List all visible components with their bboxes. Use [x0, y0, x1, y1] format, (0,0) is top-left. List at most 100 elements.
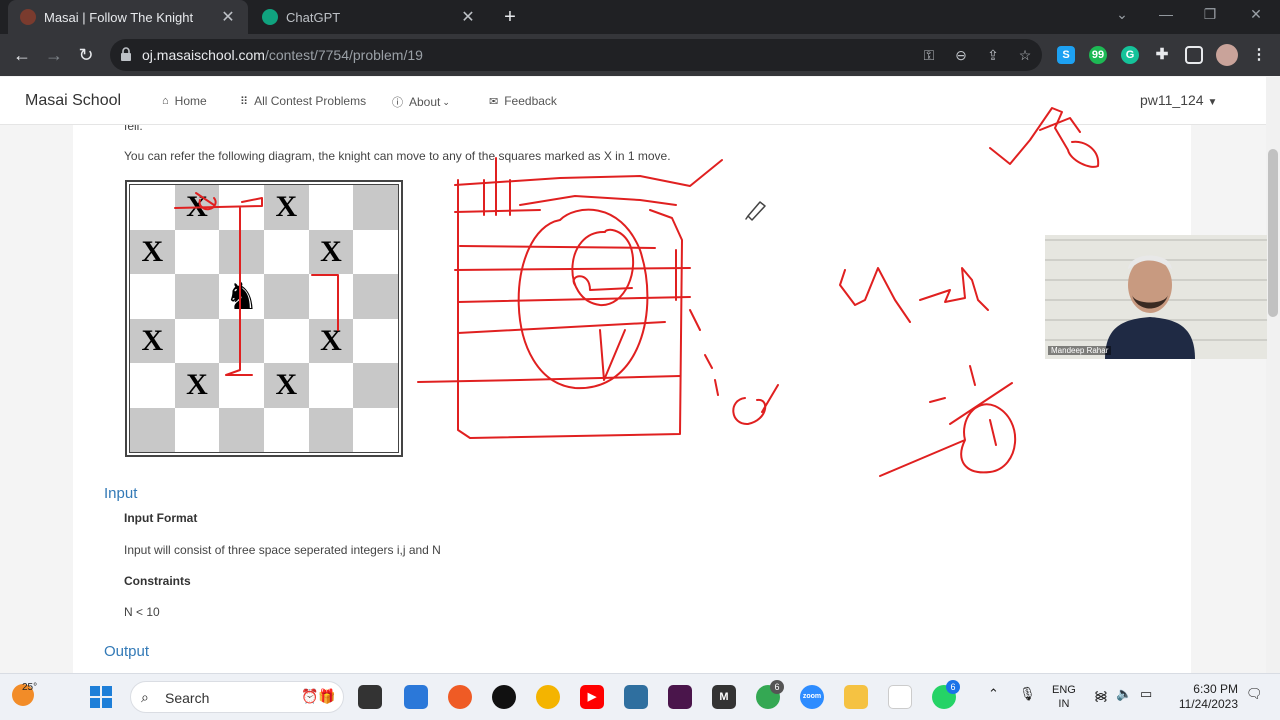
minimize-button[interactable]: —: [1156, 6, 1176, 22]
browser-tab-strip: Masai | Follow The Knight ✕ ChatGPT ✕ + …: [0, 0, 1280, 34]
star-icon[interactable]: ☆: [1016, 46, 1034, 64]
clock-time: 6:30 PM: [1193, 682, 1238, 696]
board-cell: [219, 229, 264, 274]
grid-icon: ⠿: [240, 95, 249, 108]
side-panel-icon[interactable]: [1185, 46, 1203, 64]
nav-label: About: [409, 95, 441, 109]
temperature: 25°: [22, 682, 38, 693]
tab-chatgpt[interactable]: ChatGPT ✕: [250, 0, 488, 34]
info-icon: ⓘ: [392, 97, 403, 109]
whatsapp-badge: 6: [946, 680, 960, 694]
url-path: /contest/7754/problem/19: [264, 47, 423, 63]
mendeley-icon[interactable]: M: [712, 685, 736, 709]
knight-move-diagram: X X X X ♞ X X X X: [125, 180, 403, 457]
cut-off-text: fell.: [124, 125, 143, 133]
lang-line-2: IN: [1058, 698, 1070, 710]
board-cell-x-mark: X: [174, 185, 220, 230]
chatgpt-favicon-icon: [262, 9, 278, 25]
task-view-icon[interactable]: [358, 685, 382, 709]
youtube-icon[interactable]: ▶: [580, 685, 604, 709]
zoom-icon[interactable]: ⊖: [952, 46, 970, 64]
mysql-workbench-icon[interactable]: [624, 685, 648, 709]
nav-home[interactable]: ⌂ Home: [162, 94, 207, 108]
board-cell: [264, 274, 309, 319]
board-cell: [174, 274, 220, 319]
url-host: oj.masaischool.com: [142, 47, 265, 63]
start-windows-icon[interactable]: [90, 686, 112, 708]
presenter-video: [1105, 255, 1195, 359]
canary-browser-icon[interactable]: [536, 685, 560, 709]
lock-icon: [121, 47, 131, 61]
menu-kebab-icon[interactable]: ⋮: [1250, 46, 1268, 64]
windows-taskbar: 25° ⌕ Search ⏰🎁 ▶ M 6 zoom 6 ⌃ 🎙 ENG IN …: [0, 673, 1280, 720]
input-heading: Input: [104, 485, 138, 502]
tab-masai[interactable]: Masai | Follow The Knight ✕: [8, 0, 248, 34]
nav-feedback[interactable]: ✉ Feedback: [489, 94, 557, 108]
board-cell: [264, 318, 309, 363]
recorder-icon[interactable]: [492, 685, 516, 709]
system-clock[interactable]: 6:30 PM 11/24/2023: [1172, 682, 1238, 712]
board-cell: [308, 185, 354, 230]
user-menu[interactable]: pw11_124 ▼: [1140, 92, 1217, 108]
battery-icon[interactable]: ▭: [1140, 686, 1152, 702]
microsoft-store-icon[interactable]: [404, 685, 428, 709]
new-tab-button[interactable]: +: [498, 4, 522, 30]
browser-toolbar: ← → ↻ oj.masaischool.com/contest/7754/pr…: [0, 34, 1280, 76]
webcam-overlay: Mandeep Rahar: [1045, 235, 1267, 359]
nav-label: All Contest Problems: [254, 94, 367, 108]
search-highlight-icon: ⏰🎁: [301, 688, 336, 704]
masai-favicon-icon: [20, 9, 36, 25]
board-cell-x-mark: X: [264, 185, 309, 230]
board-cell: [353, 229, 398, 274]
input-format-label: Input Format: [124, 511, 198, 525]
close-icon[interactable]: ✕: [220, 7, 236, 27]
brand-logo[interactable]: Masai School: [25, 92, 121, 110]
reload-button[interactable]: ↻: [74, 43, 98, 67]
zoom-app-icon[interactable]: zoom: [800, 685, 824, 709]
slack-icon[interactable]: [668, 685, 692, 709]
extension-quote-icon[interactable]: 99: [1089, 46, 1107, 64]
volume-icon[interactable]: 🔈: [1116, 686, 1132, 702]
lang-line-1: ENG: [1052, 684, 1076, 696]
share-icon[interactable]: ⇪: [984, 46, 1002, 64]
avatar[interactable]: [1216, 44, 1238, 66]
puzzle-extensions-icon[interactable]: ✚: [1153, 46, 1171, 64]
page-scrollbar[interactable]: [1266, 77, 1280, 673]
board-cell: [308, 407, 354, 452]
close-icon[interactable]: ✕: [460, 7, 476, 27]
grammarly-icon[interactable]: G: [1121, 46, 1139, 64]
constraints-text: N < 10: [124, 605, 160, 619]
nav-about[interactable]: ⓘ About ⌄: [392, 94, 450, 110]
extension-s-icon[interactable]: S: [1057, 46, 1075, 64]
address-bar[interactable]: oj.masaischool.com/contest/7754/problem/…: [110, 39, 1042, 71]
key-icon[interactable]: ⚿: [920, 46, 938, 64]
file-explorer-icon[interactable]: [844, 685, 868, 709]
board-cell: [174, 229, 220, 274]
back-button[interactable]: ←: [10, 43, 34, 67]
problem-content: fell. You can refer the following diagra…: [73, 125, 1191, 673]
slack-alt-icon[interactable]: [888, 685, 912, 709]
nav-all-contest-problems[interactable]: ⠿ All Contest Problems: [240, 94, 366, 108]
board-cell-x-mark: X: [264, 363, 309, 408]
board-cell: [353, 363, 398, 408]
constraints-label: Constraints: [124, 574, 191, 588]
scrollbar-thumb[interactable]: [1268, 149, 1278, 317]
forward-button[interactable]: →: [42, 43, 66, 67]
board-cell-x-mark: X: [130, 318, 175, 363]
restore-button[interactable]: ❐: [1200, 6, 1220, 23]
board-cell: [130, 274, 175, 319]
microphone-icon[interactable]: 🎙: [1019, 686, 1036, 702]
board-cell-x-mark: X: [174, 363, 220, 408]
close-window-button[interactable]: ✕: [1246, 6, 1266, 23]
chevron-down-icon[interactable]: ⌄: [1112, 6, 1132, 23]
wifi-icon[interactable]: ᯼: [1094, 686, 1108, 704]
postman-icon[interactable]: [448, 685, 472, 709]
notification-icon[interactable]: 🗨: [1246, 686, 1263, 702]
nav-label: Home: [174, 94, 207, 108]
taskbar-search[interactable]: ⌕ Search ⏰🎁: [130, 681, 344, 713]
language-indicator[interactable]: ENG IN: [1052, 683, 1076, 711]
board-cell: [130, 363, 175, 408]
board-cell: [353, 185, 398, 230]
chevron-up-icon[interactable]: ⌃: [988, 686, 999, 702]
board-cell: [308, 363, 354, 408]
